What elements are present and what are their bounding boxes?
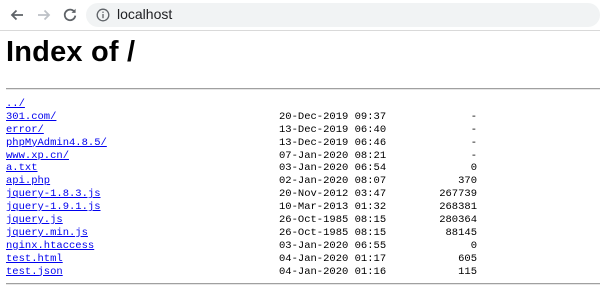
address-bar[interactable]: localhost: [86, 3, 600, 27]
file-size: 370: [458, 175, 477, 188]
forward-button[interactable]: [33, 4, 55, 26]
reload-icon: [63, 8, 77, 22]
file-date: 02-Jan-2020 08:07: [279, 175, 387, 188]
file-row: error/13-Dec-2019 06:40 -: [6, 124, 600, 137]
page-title: Index of /: [6, 36, 136, 68]
forward-arrow-icon: [38, 9, 51, 21]
file-size: -: [470, 123, 477, 136]
file-listing: ../ 301.com/20-Dec-2019 09:37- error/13-D…: [6, 98, 600, 278]
file-row: jquery-1.9.1.js 10-Mar-2013 01:32 268381: [6, 201, 600, 214]
file-date: 10-Mar-2013 01:32: [279, 201, 387, 214]
back-arrow-icon: [10, 9, 23, 21]
directory-listing-page: Index of / ../ 301.com/20-Dec-2019 09:37…: [0, 31, 600, 304]
file-date: 13-Dec-2019 06:40: [279, 123, 387, 136]
file-row: jquery.min.js 26-Oct-1985 08:15 88145: [6, 227, 600, 240]
file-size: 115: [458, 265, 477, 278]
file-link[interactable]: a.txt: [6, 162, 38, 175]
file-link[interactable]: test.html: [6, 253, 63, 266]
file-date: 20-Nov-2012 03:47: [279, 188, 387, 201]
file-date: 26-Oct-1985 08:15: [279, 226, 387, 239]
parent-directory-link[interactable]: ../: [6, 98, 25, 111]
file-link[interactable]: jquery.min.js: [6, 227, 88, 240]
bottom-divider: [6, 283, 600, 285]
parent-directory-row: ../: [6, 98, 600, 111]
file-row: 301.com/20-Dec-2019 09:37 -: [6, 111, 600, 124]
file-size: 268381: [439, 201, 477, 214]
file-size: -: [470, 136, 477, 149]
file-link[interactable]: api.php: [6, 175, 50, 188]
file-link[interactable]: jquery-1.9.1.js: [6, 201, 101, 214]
file-size: -: [470, 149, 477, 162]
file-size: 0: [470, 162, 477, 175]
file-row: test.html 04-Jan-2020 01:17 605: [6, 253, 600, 266]
file-date: 13-Dec-2019 06:46: [279, 136, 387, 149]
file-link[interactable]: phpMyAdmin4.8.5/: [6, 137, 107, 150]
file-size: 0: [470, 239, 477, 252]
file-date: 20-Dec-2019 09:37: [279, 110, 387, 123]
file-size: 267739: [439, 188, 477, 201]
file-date: 04-Jan-2020 01:17: [279, 252, 387, 265]
file-date: 04-Jan-2020 01:16: [279, 265, 387, 278]
back-button[interactable]: [6, 4, 28, 26]
file-link[interactable]: error/: [6, 124, 44, 137]
file-row: jquery.js 26-Oct-1985 08:15 280364: [6, 214, 600, 227]
file-row: test.json 04-Jan-2020 01:16 115: [6, 266, 600, 279]
file-row: jquery-1.8.3.js 20-Nov-2012 03:47 267739: [6, 188, 600, 201]
file-date: 03-Jan-2020 06:55: [279, 239, 387, 252]
file-date: 07-Jan-2020 08:21: [279, 149, 387, 162]
file-link[interactable]: jquery.js: [6, 214, 63, 227]
file-link[interactable]: jquery-1.8.3.js: [6, 188, 101, 201]
file-size: 88145: [445, 226, 477, 239]
file-link[interactable]: 301.com/: [6, 111, 56, 124]
browser-toolbar: localhost: [0, 0, 600, 31]
file-date: 03-Jan-2020 06:54: [279, 162, 387, 175]
file-row: a.txt 03-Jan-2020 06:54 0: [6, 162, 600, 175]
file-size: -: [470, 110, 477, 123]
top-divider: [6, 88, 600, 90]
file-link[interactable]: test.json: [6, 266, 63, 279]
info-icon[interactable]: [96, 8, 110, 22]
url-text: localhost: [117, 6, 173, 22]
file-row: nginx.htaccess 03-Jan-2020 06:55 0: [6, 240, 600, 253]
file-link[interactable]: www.xp.cn/: [6, 150, 69, 163]
file-row: phpMyAdmin4.8.5/13-Dec-2019 06:46 -: [6, 137, 600, 150]
file-date: 26-Oct-1985 08:15: [279, 214, 387, 227]
file-row: www.xp.cn/07-Jan-2020 08:21 -: [6, 150, 600, 163]
file-row: api.php 02-Jan-2020 08:07 370: [6, 175, 600, 188]
file-size: 280364: [439, 214, 477, 227]
reload-button[interactable]: [59, 4, 81, 26]
file-size: 605: [458, 252, 477, 265]
file-link[interactable]: nginx.htaccess: [6, 240, 94, 253]
